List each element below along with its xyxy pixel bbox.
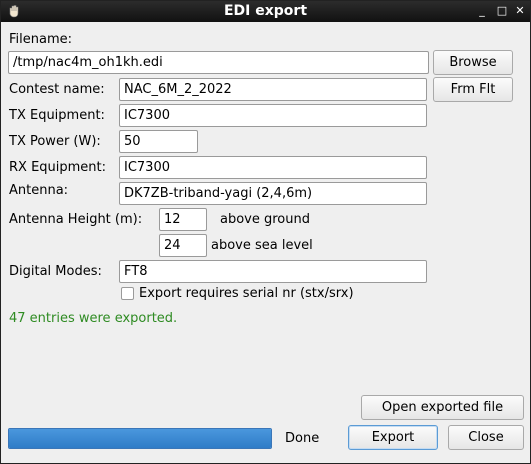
progress-status-text: Done	[285, 431, 320, 446]
antenna-field[interactable]: DK7ZB-triband-yagi (2,4,6m)	[119, 182, 427, 205]
height-above-ground-field[interactable]: 12	[159, 208, 207, 231]
tx-power-field[interactable]: 50	[119, 130, 198, 153]
contest-name-label: Contest name:	[9, 82, 105, 97]
above-ground-label: above ground	[220, 212, 310, 227]
antenna-label: Antenna:	[9, 183, 69, 198]
serial-nr-checkbox[interactable]	[121, 287, 134, 300]
export-button[interactable]: Export	[348, 425, 438, 450]
tx-equipment-field[interactable]: IC7300	[119, 104, 427, 127]
antenna-height-label: Antenna Height (m):	[9, 212, 143, 227]
edi-export-window: EDI export _ □ ✕ Filename: /tmp/nac4m_oh…	[0, 0, 531, 464]
rx-equipment-label: RX Equipment:	[9, 160, 107, 175]
close-button[interactable]: Close	[448, 425, 524, 450]
rx-equipment-field[interactable]: IC7300	[119, 156, 427, 179]
digital-modes-label: Digital Modes:	[9, 264, 102, 279]
filename-field[interactable]: /tmp/nac4m_oh1kh.edi	[8, 51, 429, 74]
browse-button[interactable]: Browse	[433, 50, 513, 75]
close-icon[interactable]: ✕	[513, 3, 527, 19]
export-progress-fill	[9, 429, 271, 448]
export-progress-bar	[8, 428, 272, 449]
maximize-icon[interactable]: □	[495, 3, 509, 19]
minimize-icon[interactable]: _	[475, 3, 489, 19]
serial-nr-checkbox-label[interactable]: Export requires serial nr (stx/srx)	[139, 286, 354, 301]
title-bar[interactable]: EDI export _ □ ✕	[1, 1, 530, 22]
export-status-message: 47 entries were exported.	[9, 311, 178, 326]
height-above-sea-field[interactable]: 24	[159, 234, 207, 257]
filename-label: Filename:	[9, 32, 73, 47]
above-sea-level-label: above sea level	[211, 238, 313, 253]
digital-modes-field[interactable]: FT8	[119, 260, 427, 283]
frm-flt-button[interactable]: Frm Flt	[433, 77, 513, 102]
tx-equipment-label: TX Equipment:	[9, 108, 105, 123]
window-title: EDI export	[223, 3, 308, 19]
open-exported-file-button[interactable]: Open exported file	[361, 395, 524, 420]
contest-name-field[interactable]: NAC_6M_2_2022	[119, 78, 427, 101]
tx-power-label: TX Power (W):	[9, 134, 101, 149]
